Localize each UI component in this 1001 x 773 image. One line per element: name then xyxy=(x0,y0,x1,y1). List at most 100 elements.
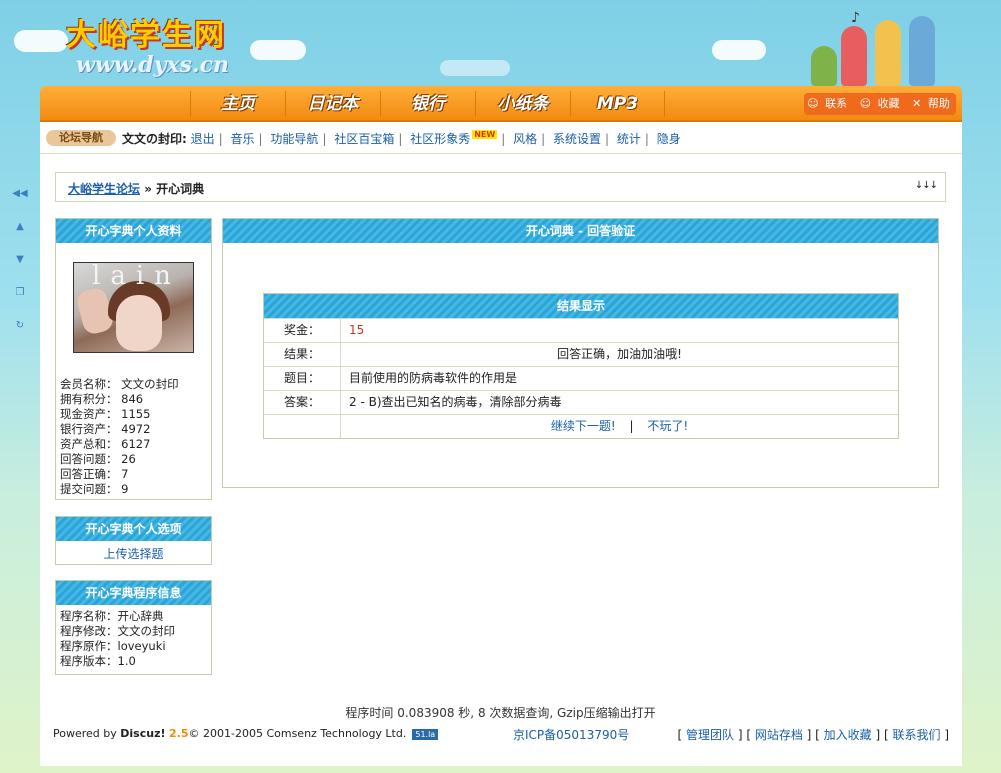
music-note-icon: ♪ xyxy=(851,10,860,26)
favorite-label: 收藏 xyxy=(877,97,900,110)
cloud-decoration xyxy=(14,30,68,52)
upload-question-link[interactable]: 上传选择题 xyxy=(103,547,163,561)
discuz-version: 2.5 xyxy=(169,727,189,740)
forum-subnav: 论坛导航 文文の封印: 退出 | 音乐 | 功能导航 | 社区百宝箱 | 社区形象秀 NE… xyxy=(40,122,962,154)
options-title: 开心字典个人选项 xyxy=(56,517,211,541)
program-modifier: 程序修改：文文の封印 xyxy=(60,624,175,638)
next-question-link[interactable]: 继续下一题! xyxy=(551,419,616,433)
kid-figure xyxy=(909,16,935,86)
favorite-link[interactable]: ☺ 收藏 xyxy=(860,97,903,110)
archive-link[interactable]: 网站存档 xyxy=(755,728,803,742)
nav-home[interactable]: 主页 xyxy=(190,91,285,117)
table-row: 答案： 2 - B)查出已知名的病毒，清除部分病毒 xyxy=(264,390,898,414)
team-link[interactable]: 管理团队 xyxy=(686,728,734,742)
settings-link[interactable]: 系统设置 xyxy=(553,132,601,146)
separator: | xyxy=(398,132,403,146)
quit-link[interactable]: 不玩了! xyxy=(647,419,688,433)
powered-prefix: Powered by xyxy=(53,727,121,740)
invisible-link[interactable]: 隐身 xyxy=(657,132,681,146)
row-value: 15 xyxy=(341,319,898,342)
avatar-show-link[interactable]: 社区形象秀 xyxy=(410,132,470,146)
icp-link[interactable]: 京ICP备05013790号 xyxy=(513,726,629,743)
separator: | xyxy=(644,132,649,146)
row-key-reward: 奖金： xyxy=(264,319,341,342)
profile-stats: 会员名称： 文文の封印 拥有积分： 846 现金资产： 1155 银行资产： 4… xyxy=(60,377,179,497)
music-link[interactable]: 音乐 xyxy=(231,132,255,146)
cloud-decoration xyxy=(440,60,510,76)
nav-notes[interactable]: 小纸条 xyxy=(475,91,570,117)
result-table: 结果显示 奖金： 15 结果： 回答正确，加油加油哦! 题目： 目前使用的防病毒… xyxy=(263,293,899,439)
avatar: lain xyxy=(73,262,194,353)
down-arrow-icon[interactable]: ▼ xyxy=(12,254,28,287)
footer-links: [ 管理团队 ] [ 网站存档 ] [ 加入收藏 ] [ 联系我们 ] xyxy=(677,728,950,742)
nav-mp3[interactable]: MP3 xyxy=(570,91,665,117)
breadcrumb-current: 开心词典 xyxy=(156,182,205,196)
site-logo-title[interactable]: 大峪学生网 xyxy=(66,10,226,54)
separator: | xyxy=(541,132,546,146)
header-quick-links: ☺ 联系 ☺ 收藏 ✕ 帮助 xyxy=(804,93,956,115)
page-timing: 程序时间 0.083908 秒, 8 次数据查询, Gzip压缩输出打开 xyxy=(345,706,656,720)
up-arrow-icon[interactable]: ▲ xyxy=(12,221,28,254)
contact-label: 联系 xyxy=(825,97,848,110)
cloud-decoration xyxy=(250,40,306,60)
contact-us-link[interactable]: 联系我们 xyxy=(892,728,940,742)
cloud-decoration xyxy=(712,40,766,60)
table-row: 继续下一题! | 不玩了! xyxy=(264,414,898,438)
copyright: © 2001-2005 Comsenz Technology Ltd. xyxy=(188,727,407,740)
row-key-answer: 答案： xyxy=(264,391,341,414)
profile-box: 开心字典个人资料 lain 会员名称： 文文の封印 拥有积分： 846 现金资产… xyxy=(55,218,212,500)
avatar-face xyxy=(116,295,162,351)
result-value: 回答正确，加油加油哦! xyxy=(557,347,682,361)
forum-nav-tag: 论坛导航 xyxy=(46,130,116,146)
question-value: 目前使用的防病毒软件的作用是 xyxy=(349,371,518,385)
profile-title: 开心字典个人资料 xyxy=(56,219,211,243)
separator: | xyxy=(218,132,223,146)
answer-value: 2 - B)查出已知名的病毒，清除部分病毒 xyxy=(349,395,562,409)
stat-points: 拥有积分： 846 xyxy=(60,392,144,406)
current-user: 文文の封印: xyxy=(122,132,187,146)
help-label: 帮助 xyxy=(927,97,950,110)
add-favorite-link[interactable]: 加入收藏 xyxy=(824,728,872,742)
program-info-title: 开心字典程序信息 xyxy=(56,581,211,605)
stat-cash: 现金资产： 1155 xyxy=(60,407,151,421)
separator: | xyxy=(322,132,327,146)
table-row: 结果： 回答正确，加油加油哦! xyxy=(264,342,898,366)
logout-link[interactable]: 退出 xyxy=(191,132,215,146)
jump-arrows-icon[interactable]: ↓↓↓ xyxy=(915,180,938,191)
program-name: 程序名称：开心辞典 xyxy=(60,609,164,623)
row-key-result: 结果： xyxy=(264,343,341,366)
feature-nav-link[interactable]: 功能导航 xyxy=(270,132,318,146)
double-left-arrow-icon[interactable]: ◀◀ xyxy=(12,188,28,221)
site-counter-badge[interactable]: 51.la xyxy=(412,729,439,740)
stats-link[interactable]: 统计 xyxy=(617,132,641,146)
window-icon[interactable]: ❐ xyxy=(12,287,28,320)
stat-correct: 回答正确： 7 xyxy=(60,467,129,481)
toolbox-link[interactable]: 社区百宝箱 xyxy=(334,132,394,146)
nav-diary[interactable]: 日记本 xyxy=(285,91,380,117)
refresh-icon[interactable]: ↻ xyxy=(12,320,28,353)
nav-bank[interactable]: 银行 xyxy=(380,91,475,117)
kid-figure xyxy=(841,26,867,86)
stat-member-name: 会员名称： 文文の封印 xyxy=(60,377,179,391)
table-row: 奖金： 15 xyxy=(264,318,898,342)
program-version: 程序版本：1.0 xyxy=(60,654,136,668)
separator: | xyxy=(629,419,634,433)
stat-total: 资产总和： 6127 xyxy=(60,437,151,451)
subnav-links: 文文の封印: 退出 | 音乐 | 功能导航 | 社区百宝箱 | 社区形象秀 NEW | 风格… xyxy=(122,130,681,147)
contact-link[interactable]: ☺ 联系 xyxy=(807,97,850,110)
help-link[interactable]: ✕ 帮助 xyxy=(912,97,953,110)
breadcrumb-home[interactable]: 大峪学生论坛 xyxy=(68,182,140,196)
discuz-link[interactable]: Discuz! xyxy=(120,727,165,740)
options-box: 开心字典个人选项 上传选择题 xyxy=(55,516,212,565)
separator: | xyxy=(604,132,610,146)
program-info-body: 程序名称：开心辞典 程序修改：文文の封印 程序原作：loveyuki 程序版本：… xyxy=(56,605,211,669)
reward-value: 15 xyxy=(349,323,365,337)
style-link[interactable]: 风格 xyxy=(513,132,537,146)
table-row: 题目： 目前使用的防病毒软件的作用是 xyxy=(264,366,898,390)
action-links: 继续下一题! | 不玩了! xyxy=(341,415,898,438)
stat-answered: 回答问题： 26 xyxy=(60,452,136,466)
program-info-box: 开心字典程序信息 程序名称：开心辞典 程序修改：文文の封印 程序原作：lovey… xyxy=(55,580,212,675)
stat-bank: 银行资产： 4972 xyxy=(60,422,151,436)
breadcrumb-sep: » xyxy=(144,182,152,196)
row-key-empty xyxy=(264,415,341,438)
